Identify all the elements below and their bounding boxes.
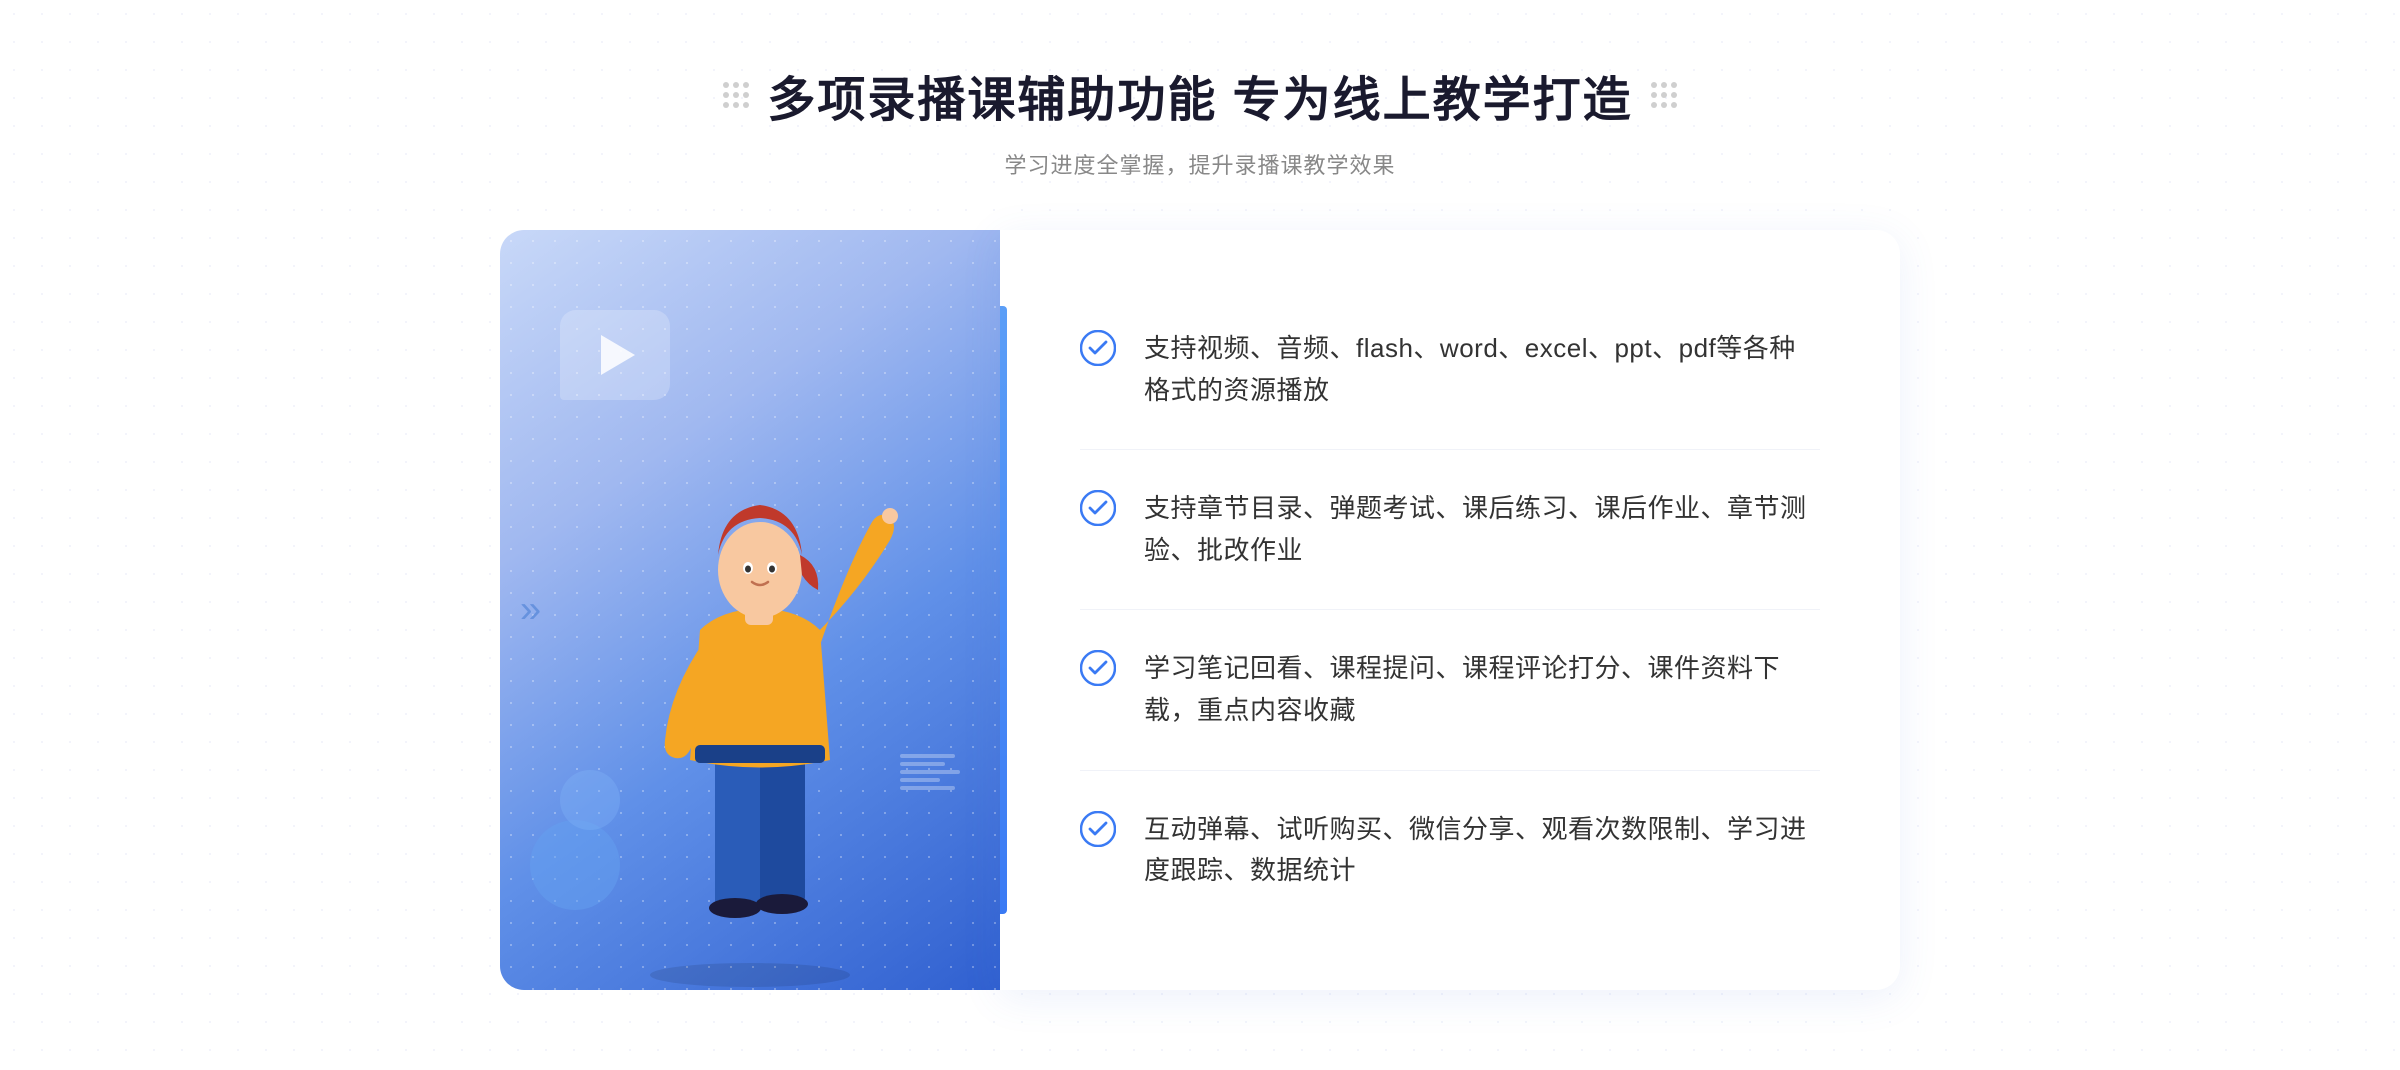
feature-text-2: 支持章节目录、弹题考试、课后练习、课后作业、章节测验、批改作业 — [1144, 488, 1820, 571]
check-icon-4 — [1080, 811, 1116, 847]
person-illustration — [560, 410, 940, 990]
title-deco-left — [723, 82, 749, 108]
feature-text-1: 支持视频、音频、flash、word、excel、ppt、pdf等各种格式的资源… — [1144, 328, 1820, 411]
sub-title: 学习进度全掌握，提升录播课教学效果 — [723, 148, 1676, 180]
play-triangle-icon — [601, 335, 635, 375]
left-chevron-icon: » — [520, 588, 541, 631]
feature-item-2: 支持章节目录、弹题考试、课后练习、课后作业、章节测验、批改作业 — [1080, 450, 1820, 610]
check-icon-1 — [1080, 330, 1116, 366]
check-icon-2 — [1080, 490, 1116, 526]
header-section: 多项录播课辅助功能 专为线上教学打造 学习进度全掌握，提升录播课教学效果 — [723, 60, 1676, 180]
left-card — [500, 230, 1000, 990]
content-area: » — [500, 230, 1900, 990]
feature-item-3: 学习笔记回看、课程提问、课程评论打分、课件资料下载，重点内容收藏 — [1080, 610, 1820, 770]
feature-text-3: 学习笔记回看、课程提问、课程评论打分、课件资料下载，重点内容收藏 — [1144, 648, 1820, 731]
check-icon-3 — [1080, 650, 1116, 686]
accent-bar — [1000, 306, 1007, 914]
right-panel: 支持视频、音频、flash、word、excel、ppt、pdf等各种格式的资源… — [1000, 230, 1900, 990]
feature-text-4: 互动弹幕、试听购买、微信分享、观看次数限制、学习进度跟踪、数据统计 — [1144, 809, 1820, 892]
play-bubble — [560, 310, 670, 400]
main-title: 多项录播课辅助功能 专为线上教学打造 — [767, 60, 1632, 130]
feature-item-4: 互动弹幕、试听购买、微信分享、观看次数限制、学习进度跟踪、数据统计 — [1080, 771, 1820, 930]
header-title-row: 多项录播课辅助功能 专为线上教学打造 — [723, 60, 1676, 130]
title-deco-right — [1651, 82, 1677, 108]
feature-item-1: 支持视频、音频、flash、word、excel、ppt、pdf等各种格式的资源… — [1080, 290, 1820, 450]
page-wrapper: 多项录播课辅助功能 专为线上教学打造 学习进度全掌握，提升录播课教学效果 » — [0, 0, 2400, 1070]
